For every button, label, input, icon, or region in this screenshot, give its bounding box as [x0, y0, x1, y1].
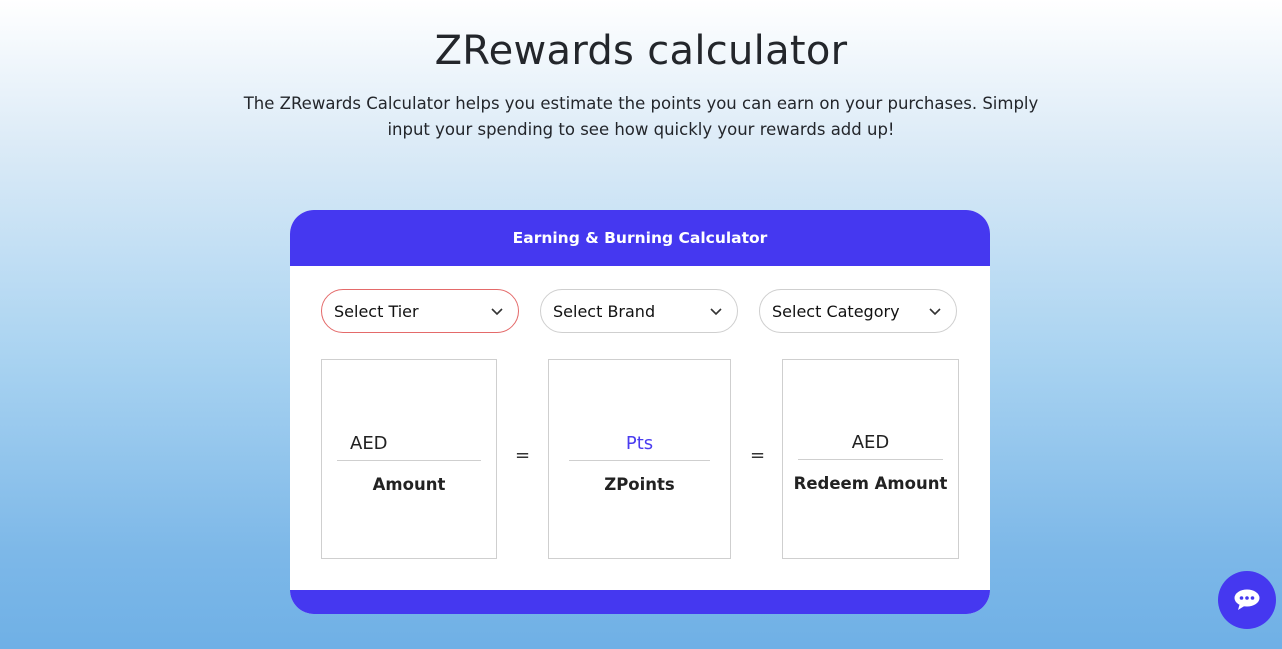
- equals-sign: =: [750, 445, 766, 466]
- amount-label: Amount: [372, 475, 446, 494]
- zpoints-label: ZPoints: [604, 475, 675, 494]
- page-description: The ZRewards Calculator helps you estima…: [243, 94, 1039, 139]
- select-category-label: Select Category: [772, 301, 900, 321]
- chat-bubble-icon: [1234, 589, 1260, 610]
- redeem-amount-label: Redeem Amount: [793, 474, 948, 493]
- amount-box: Amount: [321, 359, 497, 559]
- zpoints-input[interactable]: [569, 426, 710, 460]
- amount-input[interactable]: [337, 426, 481, 460]
- calculator-header: Earning & Burning Calculator: [290, 210, 990, 266]
- select-tier-label: Select Tier: [334, 301, 419, 321]
- page-title: ZRewards calculator: [434, 28, 848, 74]
- chevron-down-icon: [710, 308, 722, 316]
- select-category-dropdown[interactable]: Select Category: [759, 289, 957, 333]
- chevron-down-icon: [491, 308, 503, 316]
- zpoints-box: ZPoints: [548, 359, 731, 559]
- chat-button[interactable]: [1218, 571, 1276, 629]
- select-brand-dropdown[interactable]: Select Brand: [540, 289, 738, 333]
- amount-input-wrap: [337, 426, 481, 461]
- select-brand-label: Select Brand: [553, 301, 656, 321]
- redeem-input-wrap: [798, 425, 943, 460]
- select-tier-dropdown[interactable]: Select Tier: [321, 289, 519, 333]
- chevron-down-icon: [929, 308, 941, 316]
- redeem-amount-box: Redeem Amount: [782, 359, 959, 559]
- zpoints-input-wrap: [569, 426, 710, 461]
- redeem-amount-input[interactable]: [798, 425, 943, 459]
- calculator-title: Earning & Burning Calculator: [512, 229, 768, 247]
- calculator-card: Earning & Burning Calculator Select Tier…: [290, 210, 990, 614]
- calculator-footer: [290, 590, 990, 614]
- equals-sign: =: [515, 445, 531, 466]
